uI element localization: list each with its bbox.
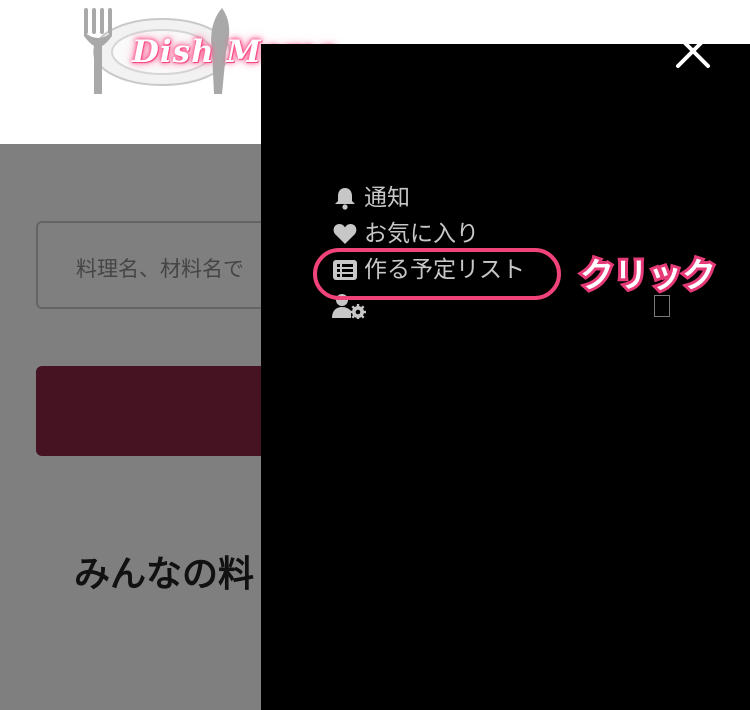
close-icon <box>676 34 710 68</box>
menu-item-label: 通知 <box>364 185 410 211</box>
menu-item-notifications[interactable]: 通知 <box>332 180 525 216</box>
close-button[interactable] <box>672 30 714 72</box>
placeholder-glyph-box <box>654 295 670 317</box>
menu-item-label: お気に入り <box>364 221 479 247</box>
dish-memo-logo[interactable]: Dish Memo <box>62 4 337 99</box>
highlight-ring <box>313 248 561 300</box>
menu-item-favorites[interactable]: お気に入り <box>332 216 525 252</box>
heart-icon <box>333 224 357 244</box>
bell-icon <box>335 188 355 210</box>
click-callout-label: クリック <box>577 253 719 299</box>
side-drawer <box>261 44 750 710</box>
